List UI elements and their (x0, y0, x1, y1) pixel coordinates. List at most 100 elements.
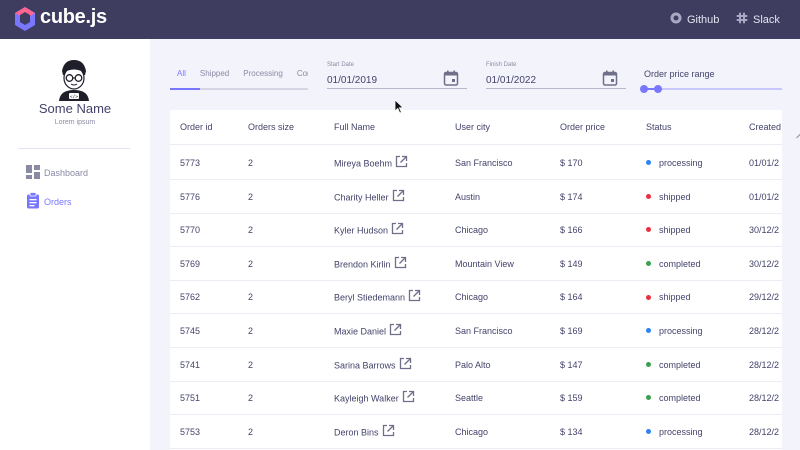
price-range-min-thumb[interactable] (640, 85, 648, 93)
external-link-icon[interactable] (399, 357, 412, 372)
column-header-user-city[interactable]: User city (455, 122, 490, 132)
status-dot (646, 160, 651, 166)
order-id-cell: 5770 (180, 225, 201, 236)
order-id-cell: 5751 (180, 393, 201, 404)
start-date-value[interactable]: 01/01/2019 (327, 75, 377, 86)
status-cell: processing (646, 158, 703, 168)
table-row[interactable]: 5770 2 Kyler Hudson Chicago $ 166 shipped 30/1… (170, 213, 782, 248)
full-name-cell: Mireya Boehm (334, 155, 408, 170)
order-price-cell: $ 169 (560, 326, 583, 336)
calendar-icon[interactable] (443, 70, 459, 91)
order-price-cell: $ 149 (560, 258, 583, 269)
tab-all[interactable]: All (170, 65, 193, 86)
brand-name[interactable]: cube.js (40, 6, 107, 29)
table-row[interactable]: 5745 2 Maxie Daniel San Francisco $ 169 proce… (170, 314, 782, 348)
table-row[interactable]: 5773 2 Mireya Boehm San Francisco $ 170 proce… (170, 146, 782, 180)
external-link-icon[interactable] (382, 424, 395, 439)
start-date-label: Start Date (327, 62, 355, 68)
column-header-order-price[interactable]: Order price (560, 122, 605, 132)
full-name-cell: Beryl Stiedemann (334, 289, 421, 304)
external-link-icon[interactable] (394, 256, 407, 271)
user-city-cell: Chicago (455, 225, 489, 236)
status-text: processing (659, 326, 703, 336)
full-name-cell: Kayleigh Walker (334, 390, 415, 405)
order-price-cell: $ 164 (560, 292, 583, 303)
external-link-icon[interactable] (389, 323, 402, 338)
order-id-cell: 5762 (180, 292, 201, 303)
orders-table: Order id Orders size Full Name User city… (170, 110, 782, 450)
main-panel: All Shipped Processing Cor Start Date 01… (150, 39, 800, 450)
status-tabs: All Shipped Processing Cor (170, 65, 308, 89)
user-city-cell: San Francisco (455, 326, 513, 336)
column-header-order-id[interactable]: Order id (180, 122, 213, 132)
table-row[interactable]: 5753 2 Deron Bins Chicago $ 134 processing 28/… (170, 415, 782, 449)
table-row[interactable]: 5769 2 Brendon Kirlin Mountain View $ 149 com… (170, 247, 782, 281)
external-link-icon[interactable] (391, 222, 404, 237)
order-id-cell: 5776 (180, 191, 201, 202)
finish-date-label: Finish Date (486, 62, 517, 68)
table-row[interactable]: 5741 2 Sarina Barrows Palo Alto $ 147 complet… (170, 348, 782, 382)
github-label: Github (687, 13, 720, 26)
status-dot (646, 294, 651, 300)
orders-size-cell: 2 (248, 158, 254, 168)
slack-link[interactable]: Slack (736, 12, 780, 27)
table-row[interactable]: 5762 2 Beryl Stiedemann Chicago $ 164 shipped… (170, 280, 782, 315)
order-id-cell: 5773 (180, 158, 201, 168)
external-link-icon[interactable] (402, 390, 415, 405)
cube-logo-icon[interactable] (14, 6, 36, 37)
status-text: completed (659, 359, 701, 370)
full-name-cell: Charity Heller (334, 189, 405, 204)
status-cell: shipped (646, 225, 691, 235)
status-cell: completed (646, 259, 701, 269)
orders-size-cell: 2 (248, 393, 254, 404)
order-id-cell: 5745 (180, 326, 201, 336)
calendar-icon[interactable] (602, 70, 618, 91)
sidebar-item-orders[interactable]: Orders (25, 192, 72, 211)
user-city-cell: Austin (455, 191, 481, 202)
status-dot (646, 227, 651, 233)
user-city-cell: Seattle (455, 393, 484, 404)
created-cell: 28/12/2 (749, 359, 780, 370)
price-range-max-thumb[interactable] (654, 85, 662, 93)
status-dot (646, 328, 651, 334)
sort-arrow-icon[interactable] (796, 126, 800, 144)
order-price-cell: $ 147 (560, 359, 583, 370)
table-row[interactable]: 5751 2 Kayleigh Walker Seattle $ 159 complete… (170, 381, 782, 416)
table-row[interactable]: 5776 2 Charity Heller Austin $ 174 shipped 01/… (170, 180, 782, 214)
table-header: Order id Orders size Full Name User city… (170, 110, 782, 145)
column-header-orders-size[interactable]: Orders size (248, 122, 294, 132)
avatar: </> (52, 57, 96, 101)
dashboard-icon (25, 164, 41, 182)
tab-shipped[interactable]: Shipped (193, 65, 236, 86)
column-header-status[interactable]: Status (646, 122, 672, 132)
finish-date-field[interactable]: Finish Date 01/01/2022 (486, 59, 626, 89)
user-city-cell: Palo Alto (455, 359, 491, 370)
github-link[interactable]: Github (670, 12, 719, 27)
user-name: Some Name (38, 101, 112, 116)
status-cell: processing (646, 326, 703, 336)
github-icon (670, 12, 682, 27)
finish-date-value[interactable]: 01/01/2022 (486, 75, 536, 86)
order-id-cell: 5769 (180, 258, 201, 269)
external-link-icon[interactable] (395, 155, 408, 170)
column-header-full-name[interactable]: Full Name (334, 122, 375, 132)
full-name-cell: Kyler Hudson (334, 222, 404, 237)
created-cell: 28/12/2 (749, 426, 780, 437)
external-link-icon[interactable] (408, 289, 421, 304)
column-header-created[interactable]: Created (749, 122, 781, 132)
tab-completed[interactable]: Cor (290, 65, 308, 86)
external-link-icon[interactable] (392, 189, 405, 204)
full-name-text: Brendon Kirlin (334, 259, 391, 270)
price-range-track[interactable] (644, 88, 782, 90)
full-name-text: Mireya Boehm (334, 158, 393, 169)
tab-processing[interactable]: Processing (236, 65, 290, 86)
status-cell: processing (646, 427, 703, 437)
orders-size-cell: 2 (248, 292, 254, 303)
start-date-field[interactable]: Start Date 01/01/2019 (327, 59, 467, 89)
created-cell: 01/01/2 (749, 158, 780, 168)
status-cell: shipped (646, 192, 691, 202)
user-city-cell: Chicago (455, 426, 489, 437)
created-cell: 30/12/2 (749, 258, 780, 269)
sidebar-item-dashboard[interactable]: Dashboard (25, 164, 88, 182)
created-cell: 28/12/2 (749, 326, 780, 336)
